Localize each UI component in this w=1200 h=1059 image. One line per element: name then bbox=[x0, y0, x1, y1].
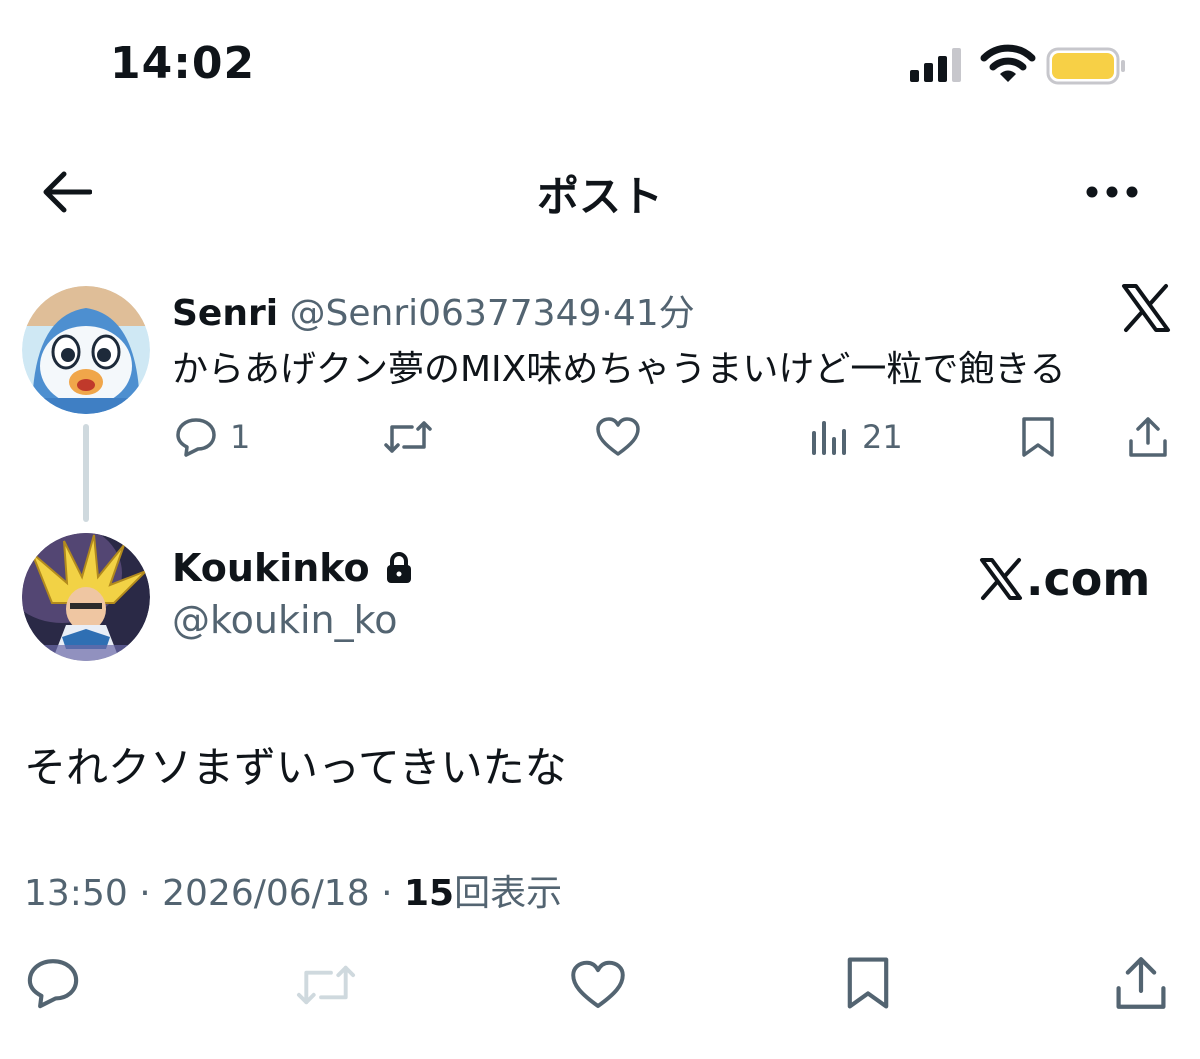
bookmark-button[interactable] bbox=[842, 954, 894, 1012]
page-title: ポスト bbox=[536, 172, 663, 221]
cellular-signal-icon bbox=[910, 48, 961, 82]
reply-icon bbox=[27, 959, 79, 1009]
share-button[interactable] bbox=[1112, 954, 1170, 1012]
post-date[interactable]: 2026/06/18 bbox=[162, 873, 370, 914]
more-button[interactable] bbox=[1080, 174, 1144, 210]
repost-icon bbox=[296, 965, 356, 1005]
share-icon bbox=[1116, 957, 1166, 1009]
avatar[interactable] bbox=[22, 286, 150, 414]
x-logo-icon bbox=[980, 558, 1022, 600]
share-icon bbox=[1129, 417, 1167, 457]
avatar[interactable] bbox=[22, 533, 150, 661]
reply-button[interactable] bbox=[24, 954, 82, 1012]
lock-icon bbox=[386, 552, 411, 583]
x-logo-icon bbox=[1122, 284, 1170, 332]
status-time: 14:02 bbox=[110, 38, 256, 89]
bookmark-icon bbox=[1022, 417, 1054, 457]
back-arrow-icon bbox=[43, 171, 92, 213]
share-button[interactable] bbox=[1126, 414, 1170, 460]
author-name[interactable]: Senri bbox=[172, 293, 278, 334]
post-meta: 13:50 · 2026/06/18 · 15回表示 bbox=[24, 864, 562, 916]
repost-button[interactable] bbox=[382, 414, 434, 460]
post-detail-screen: 14:02 ポスト Senri @Senri06377349·41分 からあげク… bbox=[0, 0, 1200, 1059]
author-handle[interactable]: @koukin_ko bbox=[172, 598, 398, 642]
meta-separator: · bbox=[601, 293, 613, 334]
watermark-text: com bbox=[1043, 552, 1151, 606]
views-number: 15 bbox=[403, 873, 455, 914]
wifi-icon bbox=[980, 44, 1036, 82]
repost-icon bbox=[384, 421, 432, 453]
post-text: それクソまずいってきいたな bbox=[24, 743, 567, 792]
views-label: 回表示 bbox=[454, 873, 563, 914]
reply-icon bbox=[176, 418, 216, 457]
bookmark-icon bbox=[847, 957, 889, 1009]
author-handle[interactable]: @Senri06377349 bbox=[290, 293, 602, 334]
back-button[interactable] bbox=[34, 164, 98, 220]
author-name[interactable]: Koukinko bbox=[172, 546, 370, 590]
repost-button[interactable] bbox=[294, 956, 358, 1014]
thread-connector bbox=[83, 424, 89, 522]
like-button[interactable] bbox=[568, 956, 628, 1014]
post-time[interactable]: 13:50 bbox=[24, 873, 128, 914]
reply-button[interactable]: 1 bbox=[174, 414, 250, 460]
views-button[interactable]: 21 bbox=[808, 414, 903, 460]
views-icon bbox=[812, 421, 846, 455]
meta-separator: · bbox=[381, 873, 393, 914]
quoted-post-text: からあげクン夢のMIX味めちゃうまいけど一粒で飽きる bbox=[172, 349, 1066, 390]
x-com-watermark: . com bbox=[978, 552, 1150, 606]
more-icon bbox=[1086, 186, 1138, 198]
like-icon bbox=[596, 417, 640, 456]
bookmark-button[interactable] bbox=[1018, 414, 1058, 460]
author-name-row: Koukinko bbox=[172, 546, 414, 590]
post-age[interactable]: 41分 bbox=[613, 293, 695, 334]
reply-count: 1 bbox=[230, 418, 251, 456]
like-icon bbox=[571, 960, 625, 1009]
meta-separator: · bbox=[139, 873, 151, 914]
battery-icon bbox=[1046, 47, 1125, 85]
view-count: 21 bbox=[862, 418, 903, 456]
quoted-post-header: Senri @Senri06377349·41分 bbox=[172, 284, 695, 336]
like-button[interactable] bbox=[594, 414, 642, 460]
